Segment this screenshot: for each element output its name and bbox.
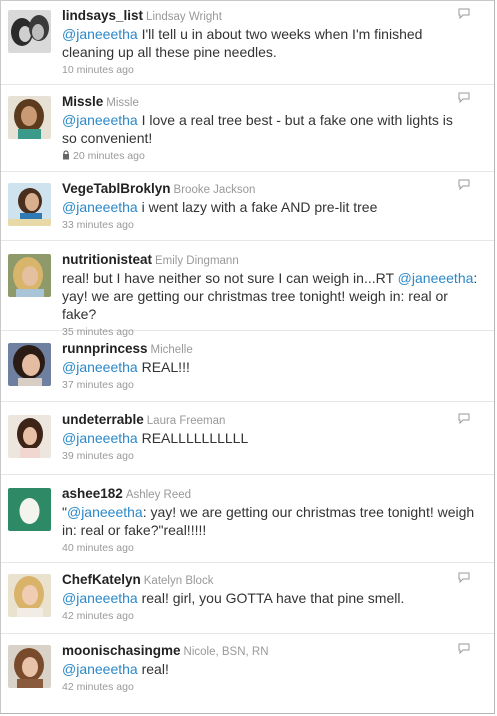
tweet-text: @janeeetha REAL!!! <box>62 358 454 376</box>
full-name: Ashley Reed <box>125 489 192 501</box>
screen-name[interactable]: VegeTablBroklyn <box>62 181 171 196</box>
timestamp[interactable]: 42 minutes ago <box>62 609 454 623</box>
tweet-body: real! <box>137 661 169 677</box>
timeline: lindsays_list Lindsay Wright @janeeetha I… <box>0 0 495 714</box>
tweet: runnprincess Michelle @janeeetha REAL!!! … <box>1 331 494 402</box>
tweet: undeterrable Laura Freeman @janeeetha REA… <box>1 402 494 475</box>
timestamp[interactable]: 20 minutes ago <box>62 149 454 163</box>
screen-name[interactable]: ashee182 <box>62 486 123 501</box>
mention-link[interactable]: @janeeetha <box>62 661 138 677</box>
screen-name[interactable]: ChefKatelyn <box>62 572 141 587</box>
screen-name[interactable]: undeterrable <box>62 412 144 427</box>
avatar[interactable] <box>8 488 51 531</box>
full-name: Emily Dingmann <box>155 255 239 267</box>
tweet-body: i went lazy with a fake AND pre-lit tree <box>137 199 378 215</box>
mention-link[interactable]: @janeeetha <box>62 199 138 215</box>
timestamp-text: 20 minutes ago <box>73 150 145 162</box>
tweet-body: real! girl, you GOTTA have that pine sme… <box>137 590 405 606</box>
lock-icon <box>63 150 69 160</box>
tweet-text: real! but I have neither so not sure I c… <box>62 269 482 323</box>
avatar[interactable] <box>8 574 51 617</box>
tweet: lindsays_list Lindsay Wright @janeeetha I… <box>1 1 494 85</box>
timestamp[interactable]: 39 minutes ago <box>62 449 454 463</box>
mention-link[interactable]: @janeeetha <box>67 504 143 520</box>
screen-name[interactable]: nutritionisteat <box>62 252 152 267</box>
mention-link[interactable]: @janeeetha <box>62 590 138 606</box>
tweet-body: REAL!!! <box>137 359 190 375</box>
avatar[interactable] <box>8 254 51 297</box>
full-name: Katelyn Block <box>143 575 214 587</box>
tweet-text: @janeeetha i went lazy with a fake AND p… <box>62 198 454 216</box>
full-name: Lindsay Wright <box>146 11 222 23</box>
tweet-text: @janeeetha real! girl, you GOTTA have th… <box>62 589 454 607</box>
timestamp[interactable]: 33 minutes ago <box>62 218 454 232</box>
timestamp[interactable]: 10 minutes ago <box>62 63 454 77</box>
tweet: ashee182 Ashley Reed "@janeeetha: yay! we… <box>1 475 494 563</box>
full-name: Laura Freeman <box>146 415 226 427</box>
screen-name[interactable]: lindsays_list <box>62 8 143 23</box>
avatar[interactable] <box>8 183 51 226</box>
mention-link[interactable]: @janeeetha <box>62 430 138 446</box>
timestamp[interactable]: 37 minutes ago <box>62 378 454 392</box>
reply-icon[interactable] <box>458 572 470 583</box>
screen-name[interactable]: Missle <box>62 94 103 109</box>
full-name: Missle <box>106 97 139 109</box>
screen-name[interactable]: moonischasingme <box>62 643 181 658</box>
mention-link[interactable]: @janeeetha <box>398 270 474 286</box>
tweet-text: @janeeetha I'll tell u in about two week… <box>62 25 454 61</box>
avatar[interactable] <box>8 96 51 139</box>
reply-icon[interactable] <box>458 643 470 654</box>
mention-link[interactable]: @janeeetha <box>62 359 138 375</box>
tweet-body-pre: real! but I have neither so not sure I c… <box>62 270 398 286</box>
avatar[interactable] <box>8 343 51 386</box>
tweet: ChefKatelyn Katelyn Block @janeeetha real… <box>1 563 494 634</box>
avatar[interactable] <box>8 10 51 53</box>
screen-name[interactable]: runnprincess <box>62 341 148 356</box>
tweet-text: @janeeetha REALLLLLLLLLL <box>62 429 454 447</box>
avatar[interactable] <box>8 415 51 458</box>
full-name: Brooke Jackson <box>173 184 256 196</box>
tweet-body: REALLLLLLLLLL <box>137 430 249 446</box>
tweet-text: "@janeeetha: yay! we are getting our chr… <box>62 503 480 539</box>
full-name: Nicole, BSN, RN <box>183 646 269 658</box>
tweet-text: @janeeetha I love a real tree best - but… <box>62 111 454 147</box>
tweet: nutritionisteat Emily Dingmann real! but … <box>1 241 494 338</box>
timestamp[interactable]: 40 minutes ago <box>62 541 480 555</box>
full-name: Michelle <box>150 344 193 356</box>
mention-link[interactable]: @janeeetha <box>62 112 138 128</box>
reply-icon[interactable] <box>458 8 470 19</box>
mention-link[interactable]: @janeeetha <box>62 26 138 42</box>
tweet: Missle Missle @janeeetha I love a real tr… <box>1 85 494 172</box>
reply-icon[interactable] <box>458 413 470 424</box>
tweet: moonischasingme Nicole, BSN, RN @janeeeth… <box>1 634 494 713</box>
reply-icon[interactable] <box>458 92 470 103</box>
timestamp[interactable]: 42 minutes ago <box>62 680 454 694</box>
tweet-text: @janeeetha real! <box>62 660 454 678</box>
avatar[interactable] <box>8 645 51 688</box>
reply-icon[interactable] <box>458 179 470 190</box>
tweet: VegeTablBroklyn Brooke Jackson @janeeetha… <box>1 172 494 241</box>
